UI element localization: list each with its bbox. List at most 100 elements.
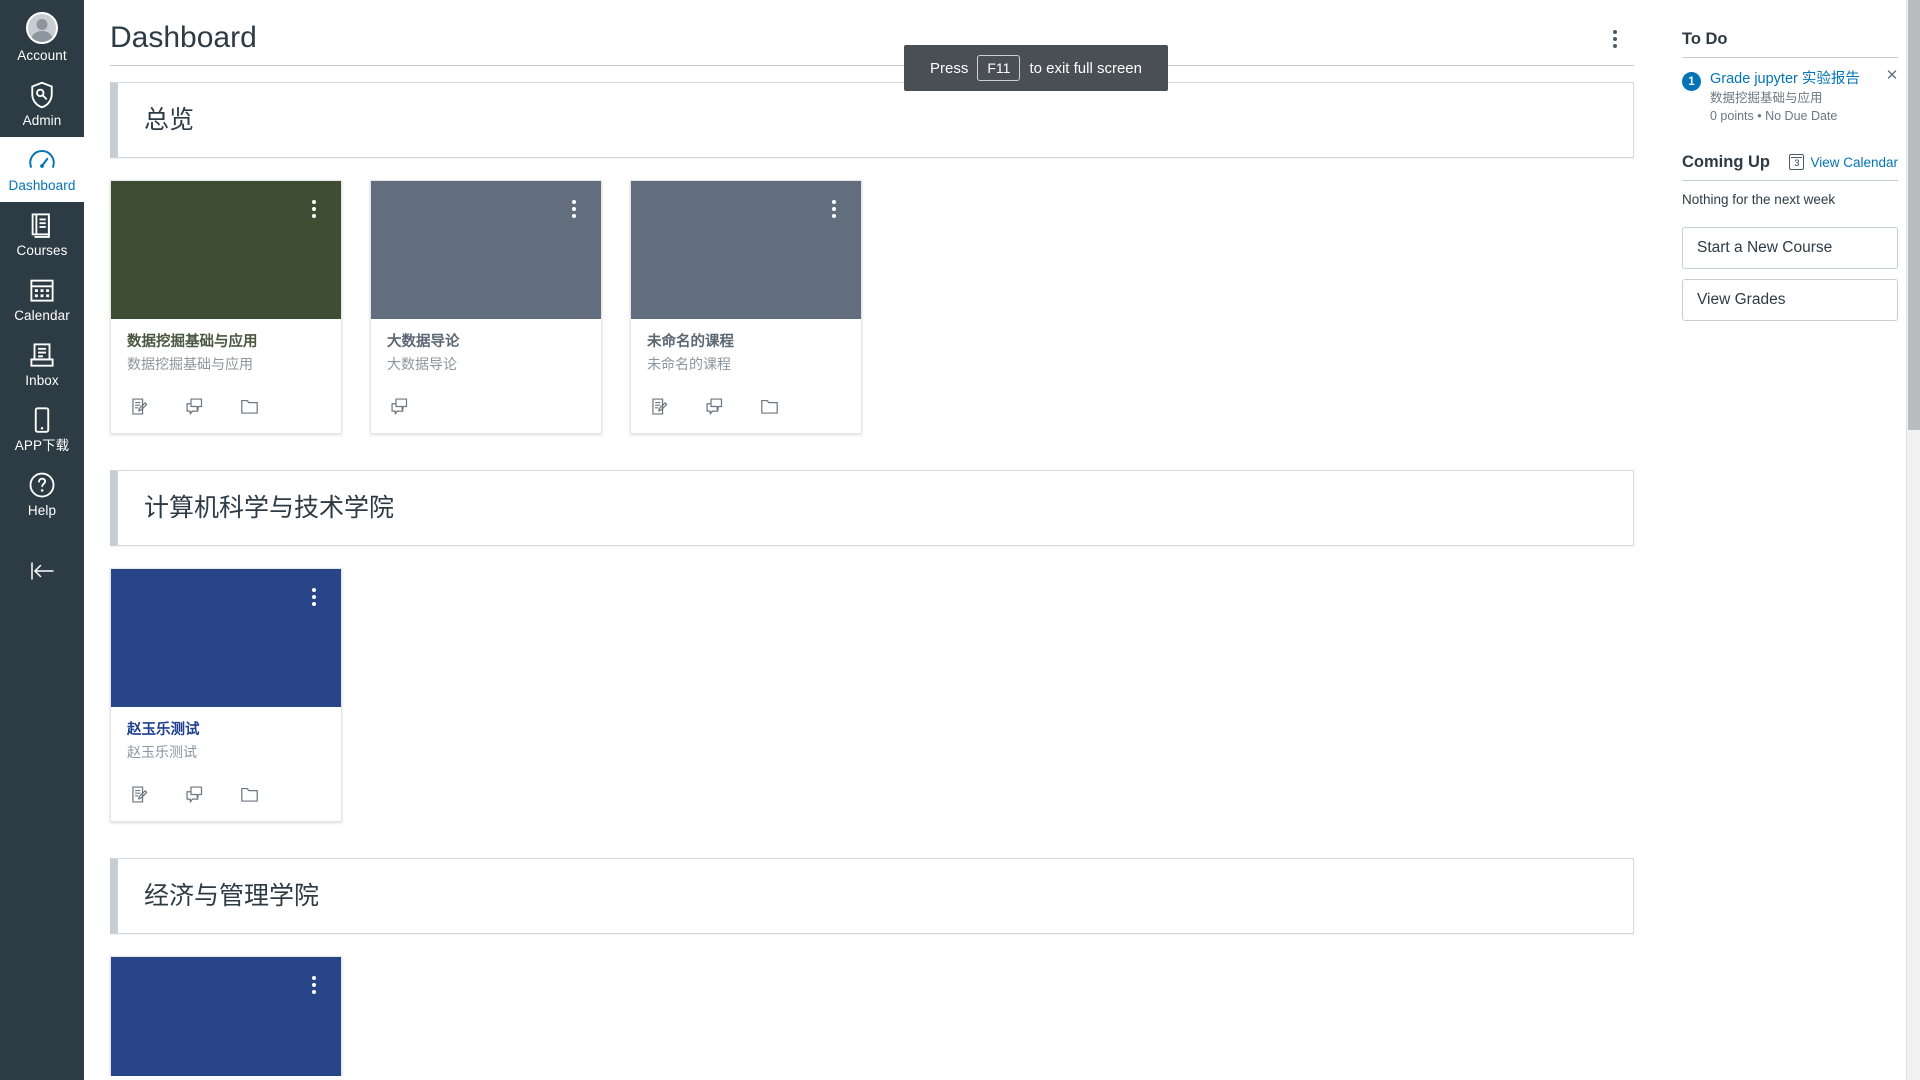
- sidebar-item-label: Account: [17, 48, 67, 63]
- course-card[interactable]: 未命名的课程 未命名的课程: [630, 180, 862, 434]
- content-wrapper: Dashboard 总览 数据挖掘基础与应用 数据挖掘基础与应用 大数据导论 大…: [84, 0, 1920, 1080]
- section-header-cs-school: 计算机科学与技术学院: [110, 470, 1634, 546]
- section-title: 总览: [144, 106, 195, 134]
- sidebar-item-admin[interactable]: Admin: [0, 72, 84, 137]
- course-card-subtitle: 大数据导论: [387, 356, 457, 372]
- course-card-options-kebab-menu-icon[interactable]: [559, 194, 589, 224]
- toast-prefix-text: Press: [930, 59, 969, 77]
- fullscreen-exit-toast: Press F11 to exit full screen: [904, 45, 1168, 91]
- course-card-options-kebab-menu-icon[interactable]: [299, 194, 329, 224]
- global-navigation-sidebar: Account Admin Dashboard Courses Calendar…: [0, 0, 84, 1080]
- sidebar-item-dashboard[interactable]: Dashboard: [0, 137, 84, 202]
- assignment-icon[interactable]: [129, 396, 150, 417]
- todo-count-badge: 1: [1682, 72, 1701, 91]
- coming-up-empty-text: Nothing for the next week: [1682, 192, 1836, 207]
- sidebar-item-label: Help: [27, 503, 57, 518]
- dashboard-header: Dashboard: [84, 0, 1664, 56]
- course-card-options-kebab-menu-icon[interactable]: [819, 194, 849, 224]
- todo-item-text: Grade jupyter 实验报告 数据挖掘基础与应用 0 points • …: [1710, 70, 1898, 125]
- view-grades-button[interactable]: View Grades: [1682, 279, 1898, 321]
- todo-item-course: 数据挖掘基础与应用: [1710, 91, 1823, 105]
- course-card[interactable]: 大数据导论 大数据导论: [370, 180, 602, 434]
- sidebar-item-app-download[interactable]: APP下载: [0, 397, 84, 462]
- section-title: 经济与管理学院: [144, 882, 320, 910]
- course-card-actions: [631, 380, 861, 433]
- sidebar-item-label: Calendar: [14, 308, 70, 323]
- discussion-icon[interactable]: [389, 396, 410, 417]
- sidebar-item-courses[interactable]: Courses: [0, 202, 84, 267]
- course-card-options-kebab-menu-icon[interactable]: [299, 582, 329, 612]
- sidebar-item-label: Dashboard: [8, 178, 76, 193]
- dashboard-main: Dashboard 总览 数据挖掘基础与应用 数据挖掘基础与应用 大数据导论 大…: [84, 0, 1664, 1080]
- start-a-new-course-button[interactable]: Start a New Course: [1682, 227, 1898, 269]
- discussion-icon[interactable]: [184, 396, 205, 417]
- course-card[interactable]: 赵玉乐测试 赵玉乐测试: [110, 568, 342, 822]
- inbox-tray-icon: [27, 340, 57, 370]
- sidebar-item-calendar[interactable]: Calendar: [0, 267, 84, 332]
- coming-up-heading-row: Coming Up 3 View Calendar: [1682, 151, 1898, 173]
- course-card-subtitle: 赵玉乐测试: [127, 744, 197, 760]
- calendar-icon: 3: [1789, 154, 1805, 170]
- section-header-overview: 总览: [110, 82, 1634, 158]
- calendar-icon: [27, 275, 57, 305]
- section-header-econ-school: 经济与管理学院: [110, 858, 1634, 934]
- sidebar-item-inbox[interactable]: Inbox: [0, 332, 84, 397]
- sidebar-item-label: Inbox: [25, 373, 59, 388]
- coming-up-heading: Coming Up: [1682, 153, 1770, 171]
- scrollbar-arrow-down-icon[interactable]: [1907, 1066, 1920, 1080]
- gauge-icon: [27, 145, 57, 175]
- book-icon: [27, 210, 57, 240]
- files-folder-icon[interactable]: [239, 784, 260, 805]
- course-card-row: 赵玉乐测试 赵玉乐测试: [110, 568, 1634, 822]
- todo-heading-row: To Do: [1682, 28, 1898, 50]
- dashboard-right-sidebar: To Do 1 Grade jupyter 实验报告 数据挖掘基础与应用 0 p…: [1664, 0, 1920, 1080]
- discussion-icon[interactable]: [704, 396, 725, 417]
- assignment-icon[interactable]: [649, 396, 670, 417]
- section-title: 计算机科学与技术学院: [144, 494, 395, 522]
- close-x-icon[interactable]: ✕: [1884, 68, 1900, 84]
- shield-wrench-icon: [27, 80, 57, 110]
- course-card-row: 数据挖掘基础与应用 数据挖掘基础与应用 大数据导论 大数据导论 未命名的课程 未…: [110, 180, 1634, 434]
- sidebar-item-label: Admin: [22, 113, 62, 128]
- question-mark-icon: [27, 470, 57, 500]
- course-card-header: [631, 181, 861, 319]
- sidebar-item-account[interactable]: Account: [0, 4, 84, 72]
- course-card-header: [371, 181, 601, 319]
- view-calendar-label: View Calendar: [1810, 154, 1898, 170]
- toast-key-label: F11: [977, 55, 1021, 81]
- scrollbar-thumb[interactable]: [1908, 0, 1920, 430]
- assignment-icon[interactable]: [129, 784, 150, 805]
- course-card-title[interactable]: 数据挖掘基础与应用: [127, 333, 325, 352]
- collapse-arrow-left-icon[interactable]: [0, 549, 84, 593]
- course-card-header: [111, 957, 341, 1076]
- view-calendar-link[interactable]: 3 View Calendar: [1789, 154, 1898, 170]
- course-card-body: 赵玉乐测试 赵玉乐测试: [111, 707, 341, 768]
- files-folder-icon[interactable]: [759, 396, 780, 417]
- course-card-title[interactable]: 赵玉乐测试: [127, 721, 325, 740]
- dashboard-options-kebab-menu-icon[interactable]: [1600, 24, 1630, 54]
- course-card-body: 大数据导论 大数据导论: [371, 319, 601, 380]
- page-title: Dashboard: [110, 21, 257, 54]
- sidebar-item-label: Courses: [16, 243, 68, 258]
- course-card-body: 数据挖掘基础与应用 数据挖掘基础与应用: [111, 319, 341, 380]
- course-card-title[interactable]: 大数据导论: [387, 333, 585, 352]
- files-folder-icon[interactable]: [239, 396, 260, 417]
- todo-item-title-link[interactable]: Grade jupyter 实验报告: [1710, 70, 1898, 89]
- course-card-title[interactable]: 未命名的课程: [647, 333, 845, 352]
- sidebar-item-help[interactable]: Help: [0, 462, 84, 527]
- course-card[interactable]: [110, 956, 342, 1076]
- dashboard-scroll-area[interactable]: 总览 数据挖掘基础与应用 数据挖掘基础与应用 大数据导论 大数据导论 未命名的课…: [84, 66, 1664, 1076]
- discussion-icon[interactable]: [184, 784, 205, 805]
- toast-suffix-text: to exit full screen: [1029, 59, 1142, 77]
- course-card-header: [111, 569, 341, 707]
- page-scrollbar[interactable]: [1906, 0, 1920, 1080]
- course-card-options-kebab-menu-icon[interactable]: [299, 970, 329, 1000]
- user-avatar-icon: [26, 12, 58, 44]
- course-card-actions: [111, 768, 341, 821]
- course-card[interactable]: 数据挖掘基础与应用 数据挖掘基础与应用: [110, 180, 342, 434]
- course-card-header: [111, 181, 341, 319]
- course-card-subtitle: 数据挖掘基础与应用: [127, 356, 253, 372]
- sidebar-item-label: APP下载: [14, 438, 70, 453]
- mobile-phone-icon: [27, 405, 57, 435]
- course-card-subtitle: 未命名的课程: [647, 356, 731, 372]
